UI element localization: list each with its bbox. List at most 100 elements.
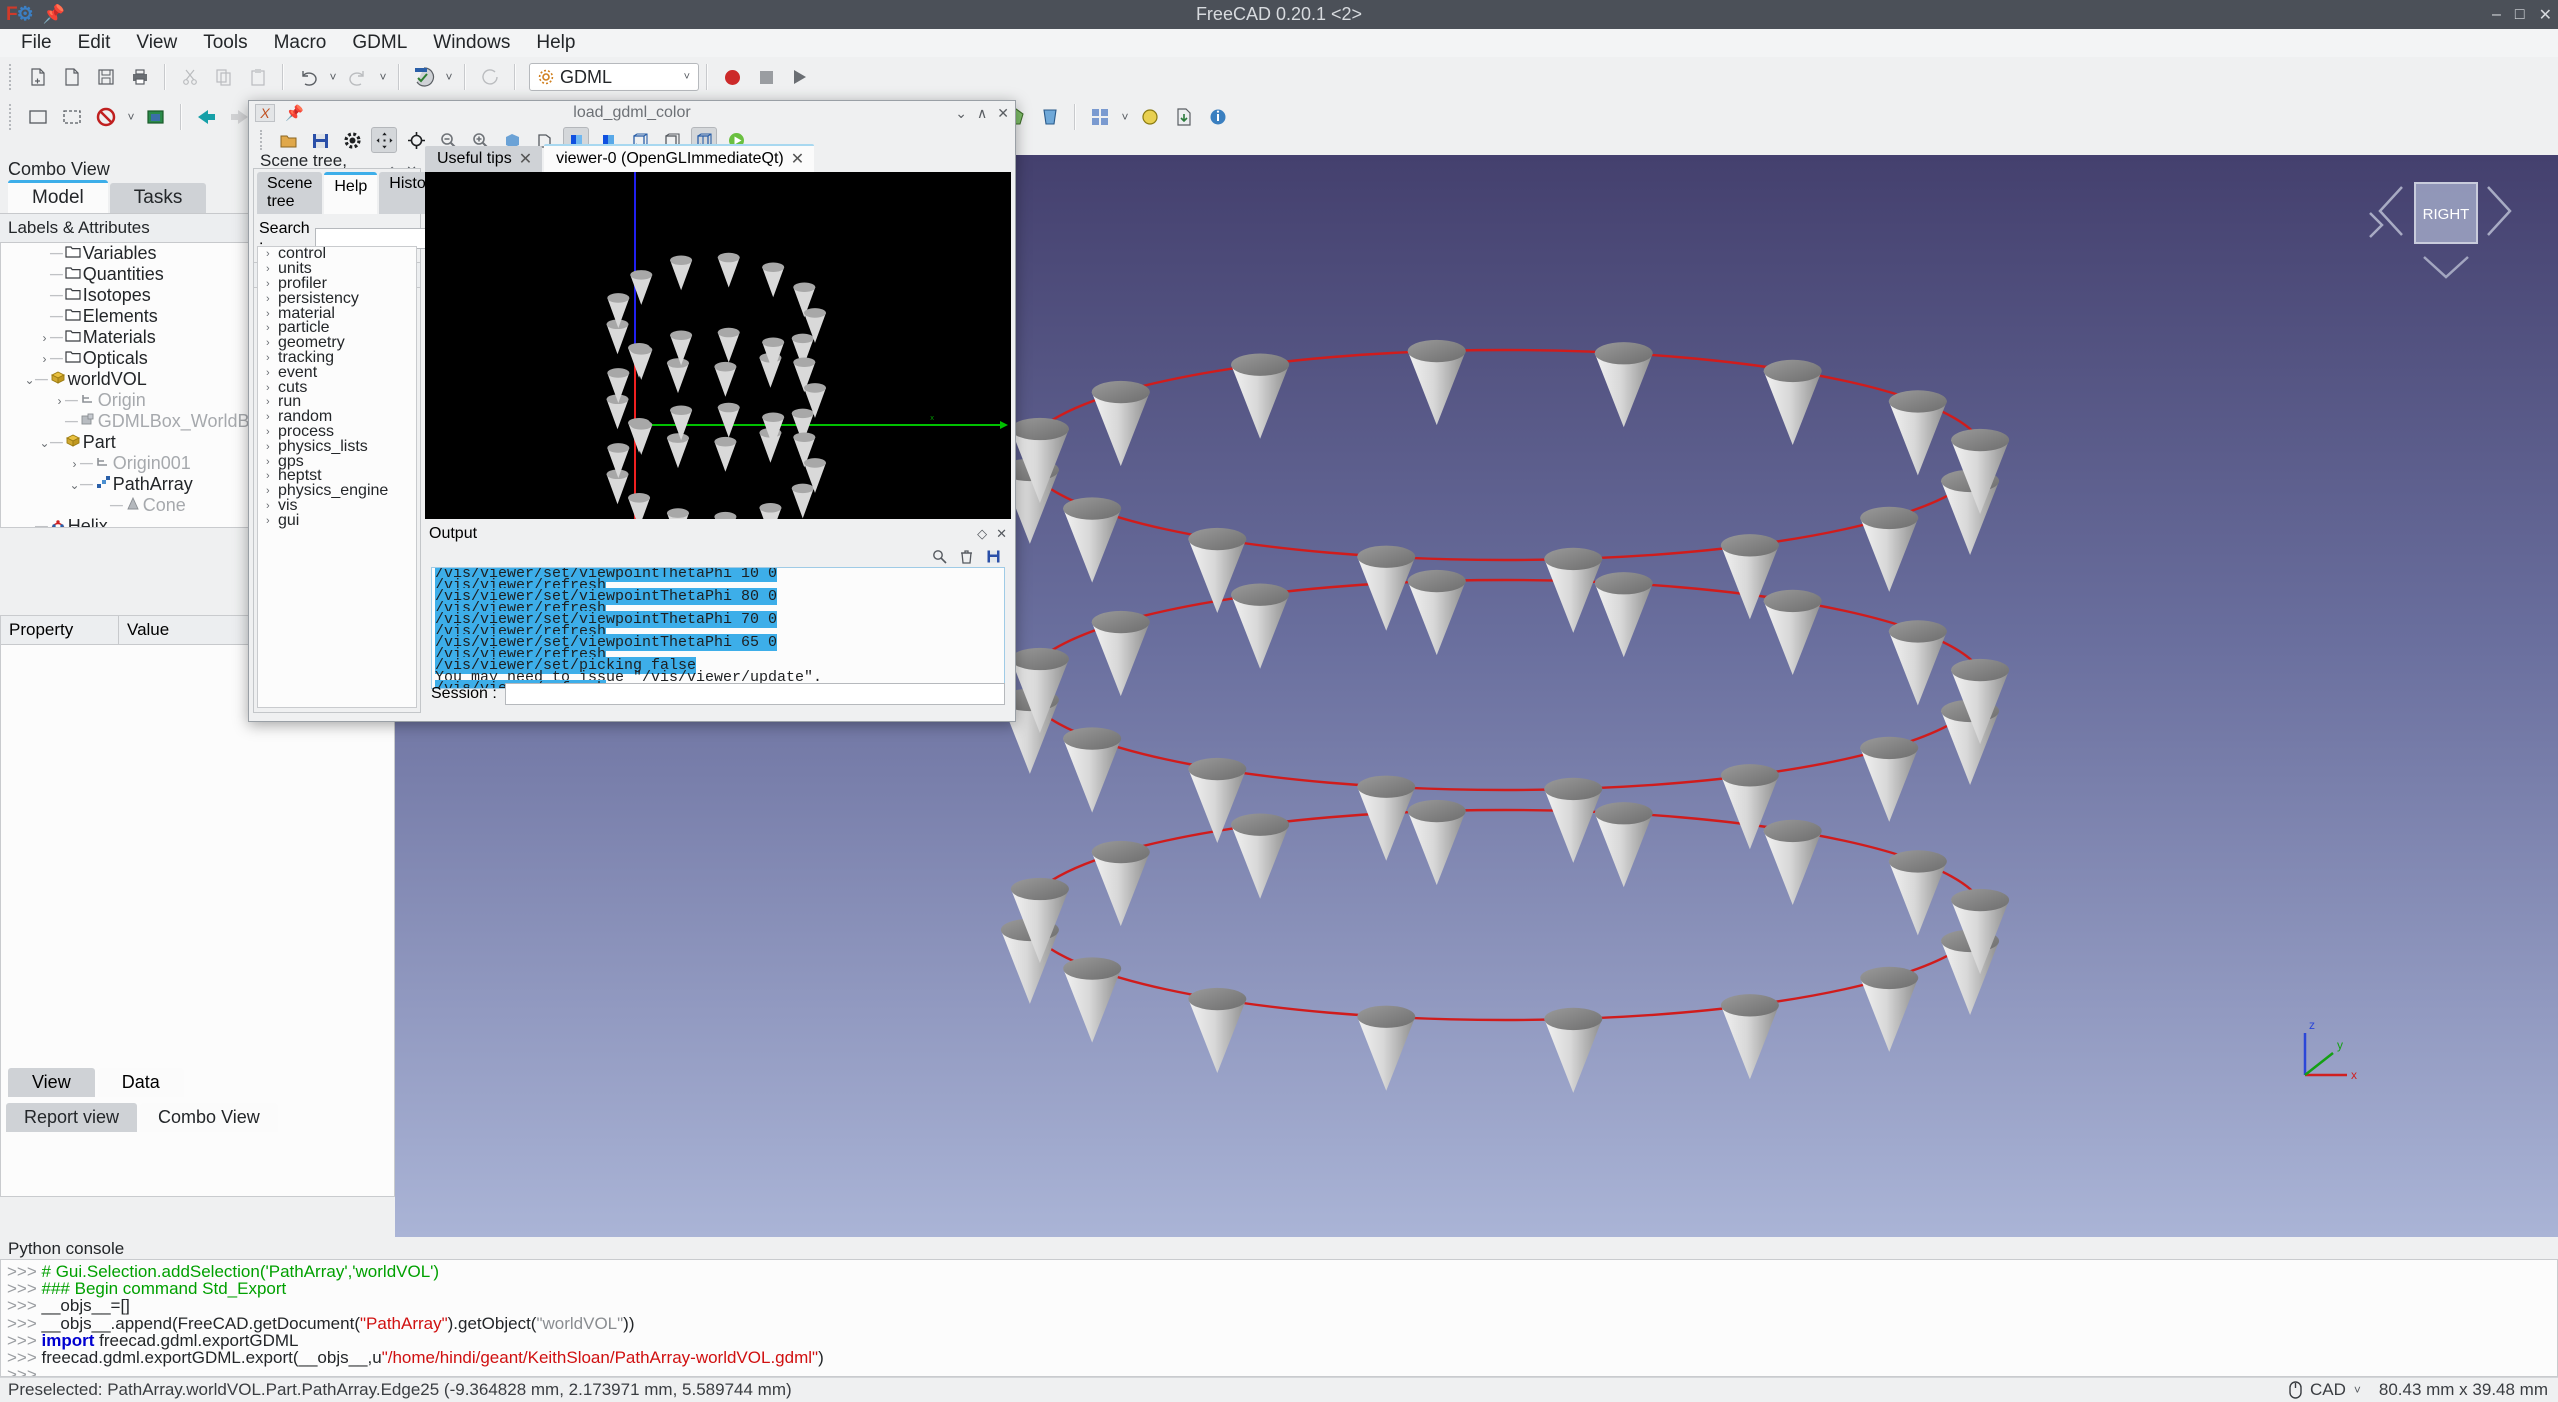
gdml-array-dropdown-icon[interactable]: ˅ <box>1117 102 1133 132</box>
geant4-minimize-button[interactable]: ⌄ <box>955 105 967 122</box>
chevron-right-icon[interactable]: › <box>266 352 278 364</box>
chevron-right-icon[interactable]: › <box>266 337 278 349</box>
python-console-output[interactable]: >>> # Gui.Selection.addSelection('PathAr… <box>0 1259 2558 1377</box>
close-icon[interactable]: ✕ <box>791 149 804 169</box>
chevron-right-icon[interactable]: › <box>266 308 278 320</box>
new-document-icon[interactable] <box>23 62 53 92</box>
macro-stop-icon[interactable] <box>751 62 781 92</box>
undo-icon[interactable] <box>293 62 323 92</box>
chevron-right-icon[interactable]: › <box>266 293 278 305</box>
menu-macro[interactable]: Macro <box>261 29 340 57</box>
chevron-right-icon[interactable]: › <box>266 411 278 423</box>
chevron-right-icon[interactable]: › <box>266 248 278 260</box>
chevron-down-icon[interactable]: ⌄ <box>69 478 80 492</box>
gdml-export-icon[interactable] <box>1169 102 1199 132</box>
geant4-output-text[interactable]: /vis/viewer/set/viewpointThetaPhi 10 0/v… <box>431 567 1005 689</box>
box-selection-icon[interactable] <box>57 102 87 132</box>
float-icon[interactable]: ◇ <box>977 526 987 542</box>
chevron-right-icon[interactable]: › <box>54 394 65 408</box>
rectangle-selection-icon[interactable] <box>23 102 53 132</box>
open-document-icon[interactable] <box>57 62 87 92</box>
close-button[interactable]: ✕ <box>2539 5 2552 25</box>
geant4-viewer-tab-useful-tips[interactable]: Useful tips ✕ <box>425 146 543 172</box>
refresh-icon[interactable] <box>409 62 439 92</box>
geant4-command-gui[interactable]: › gui <box>258 512 416 529</box>
macro-execute-icon[interactable] <box>785 62 815 92</box>
tab-combo-view[interactable]: Combo View <box>140 1103 278 1132</box>
chevron-down-icon[interactable]: ⌄ <box>39 436 50 450</box>
tab-report-view[interactable]: Report view <box>6 1103 138 1132</box>
menu-gdml[interactable]: GDML <box>339 29 420 57</box>
geant4-command-list[interactable]: › control › units › profiler › persistency › mate… <box>257 246 417 708</box>
tree-branch-line: ─ <box>80 474 93 494</box>
toolbar-grip[interactable] <box>9 64 16 90</box>
close-icon[interactable]: ✕ <box>996 526 1007 542</box>
geant4-tab-scene-tree[interactable]: Scene tree <box>257 172 323 214</box>
close-icon[interactable]: ✕ <box>519 149 532 169</box>
undo-dropdown-icon[interactable]: ˅ <box>325 62 341 92</box>
chevron-right-icon[interactable]: › <box>39 331 50 345</box>
geant4-close-button[interactable]: ✕ <box>997 105 1009 122</box>
tab-view[interactable]: View <box>8 1068 95 1097</box>
gdml-array-icon[interactable] <box>1085 102 1115 132</box>
chevron-right-icon[interactable]: › <box>266 500 278 512</box>
bounding-box-icon[interactable] <box>141 102 171 132</box>
maximize-button[interactable]: □ <box>2515 6 2525 24</box>
pin-icon[interactable]: 📌 <box>43 4 65 25</box>
chevron-right-icon[interactable]: › <box>39 352 50 366</box>
chevron-right-icon[interactable]: › <box>69 457 80 471</box>
paste-icon[interactable] <box>243 62 273 92</box>
refresh-dropdown-icon[interactable]: ˅ <box>441 62 457 92</box>
geant4-tab-help[interactable]: Help <box>324 172 378 214</box>
chevron-right-icon[interactable]: › <box>266 515 278 527</box>
geant4-viewer-tab-viewer-0-openglimmediateqt-[interactable]: viewer-0 (OpenGLImmediateQt) ✕ <box>544 144 815 172</box>
gdml-material-icon[interactable] <box>1135 102 1165 132</box>
geant4-toolbar-grip[interactable] <box>260 130 267 150</box>
copy-icon[interactable] <box>209 62 239 92</box>
chevron-right-icon[interactable]: › <box>266 263 278 275</box>
menu-tools[interactable]: Tools <box>190 29 260 57</box>
chevron-right-icon[interactable]: › <box>266 278 278 290</box>
chevron-right-icon[interactable]: › <box>266 396 278 408</box>
redo-icon[interactable] <box>343 62 373 92</box>
minimize-button[interactable]: – <box>2492 6 2501 24</box>
tab-tasks[interactable]: Tasks <box>109 183 207 213</box>
selection-dropdown-icon[interactable]: ˅ <box>123 102 139 132</box>
tree-item-label: Helix <box>67 516 108 528</box>
chevron-right-icon[interactable]: › <box>266 382 278 394</box>
chevron-right-icon[interactable]: › <box>266 367 278 379</box>
menu-file[interactable]: File <box>8 29 65 57</box>
workbench-selector[interactable]: GDML ˅ <box>529 63 699 91</box>
menu-windows[interactable]: Windows <box>420 29 523 57</box>
chevron-down-icon[interactable]: ⌄ <box>24 373 35 387</box>
navigation-cube[interactable]: RIGHT <box>2360 173 2530 293</box>
macro-record-icon[interactable] <box>717 62 747 92</box>
unit-mode-label[interactable]: CAD <box>2310 1380 2346 1400</box>
tab-model[interactable]: Model <box>8 180 108 213</box>
gdml-twisted-icon[interactable] <box>1035 102 1065 132</box>
menu-edit[interactable]: Edit <box>65 29 124 57</box>
chevron-right-icon[interactable]: › <box>266 485 278 497</box>
std-refresh-icon[interactable] <box>475 62 505 92</box>
print-icon[interactable] <box>125 62 155 92</box>
toolbar-grip[interactable] <box>9 104 16 130</box>
back-arrow-icon[interactable] <box>191 102 221 132</box>
geant4-qt-window[interactable]: X 📌 load_gdml_color ⌄ ∧ ✕ Scene tree, He… <box>248 100 1016 722</box>
geant4-opengl-viewer[interactable]: x <box>425 172 1011 519</box>
chevron-right-icon[interactable]: › <box>266 456 278 468</box>
chevron-right-icon[interactable]: › <box>266 322 278 334</box>
chevron-down-icon[interactable]: ˅ <box>2354 1383 2361 1397</box>
save-icon[interactable] <box>91 62 121 92</box>
forbidden-icon[interactable] <box>91 102 121 132</box>
cut-icon[interactable] <box>175 62 205 92</box>
chevron-right-icon[interactable]: › <box>266 426 278 438</box>
menu-help[interactable]: Help <box>523 29 588 57</box>
redo-dropdown-icon[interactable]: ˅ <box>375 62 391 92</box>
menu-view[interactable]: View <box>123 29 190 57</box>
geant4-maximize-button[interactable]: ∧ <box>977 105 987 122</box>
gdml-info-icon[interactable] <box>1203 102 1233 132</box>
chevron-right-icon[interactable]: › <box>266 470 278 482</box>
geant4-session-input[interactable] <box>504 683 1005 705</box>
tab-data[interactable]: Data <box>97 1068 184 1097</box>
chevron-right-icon[interactable]: › <box>266 441 278 453</box>
